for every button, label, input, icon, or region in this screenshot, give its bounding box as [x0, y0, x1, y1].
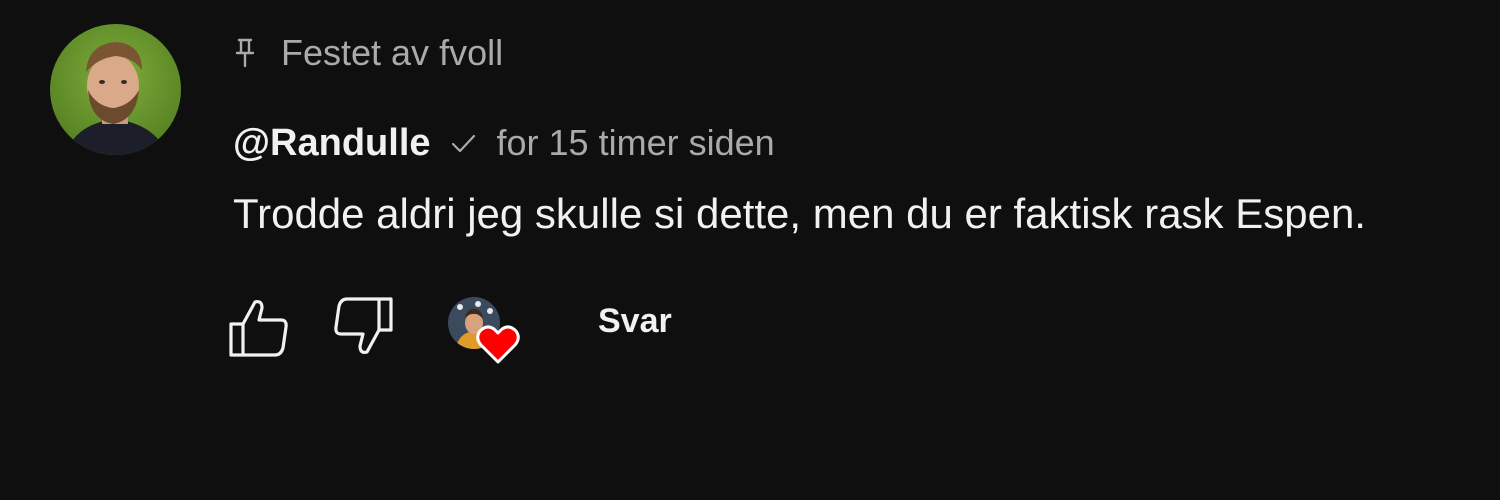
creator-heart-badge [448, 297, 522, 369]
checkmark-icon [451, 134, 475, 153]
comment-thread: Festet av fvoll @Randulle for 15 timer s… [0, 0, 1500, 500]
thumbs-up-icon [229, 300, 288, 357]
pinned-label: Festet av fvoll [233, 30, 503, 76]
comment-text: Trodde aldri jeg skulle si dette, men du… [233, 190, 1366, 237]
pin-icon [235, 38, 255, 68]
avatar-image [50, 24, 181, 155]
comment-timestamp[interactable]: for 15 timer siden [497, 122, 775, 164]
heart-icon [476, 325, 520, 364]
like-button[interactable] [228, 296, 290, 358]
pinned-text: Festet av fvoll [281, 32, 504, 73]
dislike-button[interactable] [332, 296, 394, 358]
thumbs-down-icon [334, 297, 393, 354]
author-name[interactable]: @Randulle [233, 122, 431, 165]
comment-header: @Randulle for 15 timer siden [233, 118, 775, 168]
author-avatar[interactable] [50, 24, 181, 155]
reply-button[interactable]: Svar [598, 302, 672, 341]
